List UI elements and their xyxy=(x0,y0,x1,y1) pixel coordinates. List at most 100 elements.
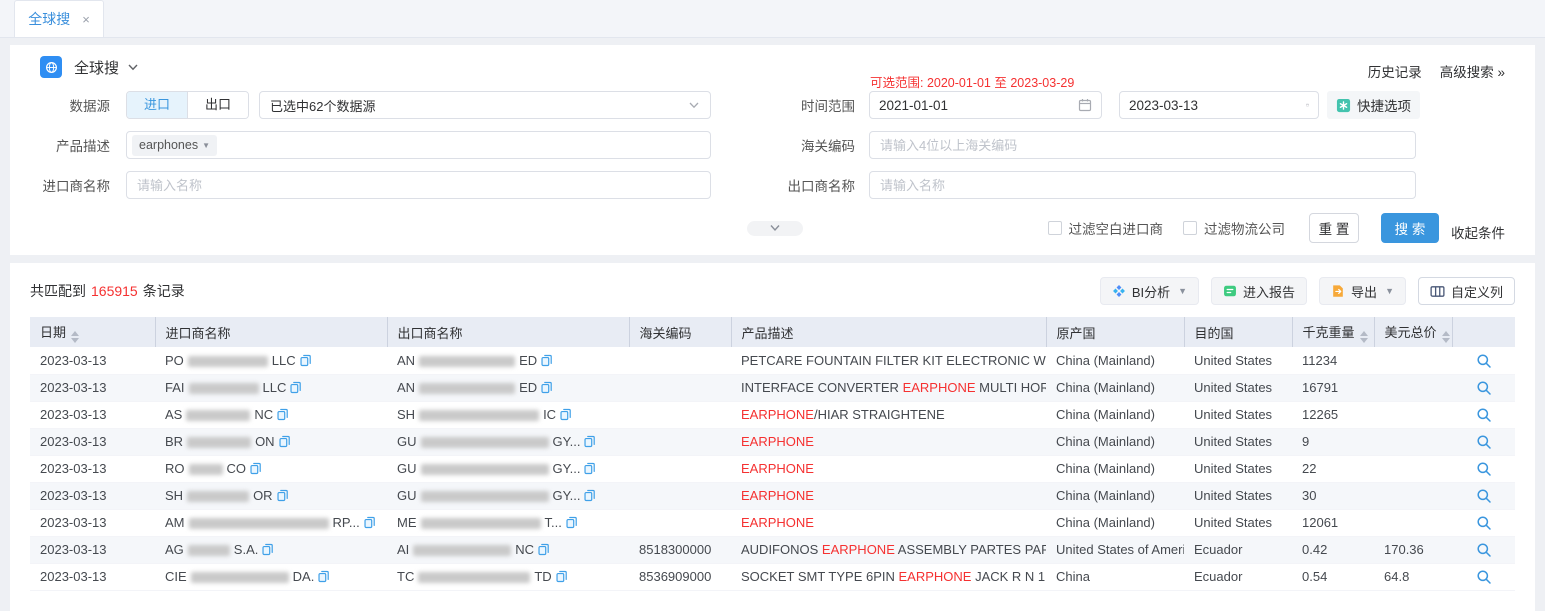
enter-report-button[interactable]: 进入报告 xyxy=(1211,277,1307,305)
cell-importer: AMRP... xyxy=(155,509,387,536)
importer-name: SHOR xyxy=(165,488,273,503)
copy-icon[interactable] xyxy=(250,462,262,475)
column-header-8[interactable]: 美元总价 xyxy=(1374,317,1452,347)
row-detail-search-icon[interactable] xyxy=(1476,434,1492,450)
advanced-search-link[interactable]: 高级搜索 » xyxy=(1440,61,1505,81)
cell-origin-country: China xyxy=(1046,563,1184,590)
bi-analysis-button[interactable]: BI分析 ▼ xyxy=(1100,277,1199,305)
cell-origin-country: China (Mainland) xyxy=(1046,509,1184,536)
export-button[interactable]: 导出 ▼ xyxy=(1319,277,1406,305)
calendar-icon[interactable] xyxy=(1078,98,1092,112)
history-link[interactable]: 历史记录 xyxy=(1368,61,1422,81)
quick-options-button[interactable]: 快捷选项 xyxy=(1327,91,1420,119)
tab-global-search[interactable]: 全球搜 × xyxy=(14,0,104,37)
table-row[interactable]: 2023-03-13 ROCO GUGY... EARPHONE China (… xyxy=(30,455,1515,482)
cell-usd-value xyxy=(1374,455,1452,482)
table-row[interactable]: 2023-03-13 CIEDA. TCTD 8536909000 SOCKET… xyxy=(30,563,1515,590)
row-detail-search-icon[interactable] xyxy=(1476,353,1492,369)
cell-exporter: GUGY... xyxy=(387,455,629,482)
filter-logistics-checkbox[interactable] xyxy=(1183,221,1197,235)
row-detail-search-icon[interactable] xyxy=(1476,515,1492,531)
table-row[interactable]: 2023-03-13 ASNC SHIC EARPHONE/HIAR STRAI… xyxy=(30,401,1515,428)
table-row[interactable]: 2023-03-13 AMRP... MET... EARPHONE China… xyxy=(30,509,1515,536)
cell-origin-country: China (Mainland) xyxy=(1046,455,1184,482)
form-row-datasource: 数据源 进口 出口 已选中62个数据源 时间范围 xyxy=(10,91,1535,119)
row-detail-search-icon[interactable] xyxy=(1476,407,1492,423)
data-source-select[interactable]: 已选中62个数据源 xyxy=(259,91,711,119)
sort-icon[interactable] xyxy=(71,331,79,343)
table-row[interactable]: 2023-03-13 POLLC ANED PETCARE FOUNTAIN F… xyxy=(30,347,1515,374)
calendar-icon[interactable] xyxy=(1306,98,1309,112)
copy-icon[interactable] xyxy=(584,489,596,502)
filter-blank-importer-checkbox[interactable] xyxy=(1048,221,1062,235)
expand-more-filters-button[interactable] xyxy=(747,221,803,236)
table-row[interactable]: 2023-03-13 SHOR GUGY... EARPHONE China (… xyxy=(30,482,1515,509)
date-end-value[interactable] xyxy=(1129,98,1306,113)
cell-weight-kg: 12265 xyxy=(1292,401,1374,428)
cell-actions xyxy=(1452,374,1515,401)
date-start-value[interactable] xyxy=(879,98,1078,113)
column-header-7[interactable]: 千克重量 xyxy=(1292,317,1374,347)
exporter-name-input[interactable] xyxy=(869,171,1416,199)
copy-icon[interactable] xyxy=(277,489,289,502)
copy-icon[interactable] xyxy=(318,570,330,583)
chevron-down-icon: ▼ xyxy=(202,141,210,150)
column-header-9 xyxy=(1452,317,1515,347)
copy-icon[interactable] xyxy=(584,462,596,475)
copy-icon[interactable] xyxy=(566,516,578,529)
importer-name-input[interactable] xyxy=(126,171,711,199)
sort-icon[interactable] xyxy=(1360,331,1368,343)
copy-icon[interactable] xyxy=(300,354,312,367)
copy-icon[interactable] xyxy=(290,381,302,394)
table-row[interactable]: 2023-03-13 FAILLC ANED INTERFACE CONVERT… xyxy=(30,374,1515,401)
copy-icon[interactable] xyxy=(556,570,568,583)
copy-icon[interactable] xyxy=(538,543,550,556)
cell-actions xyxy=(1452,482,1515,509)
cell-exporter: MET... xyxy=(387,509,629,536)
copy-icon[interactable] xyxy=(279,435,291,448)
filter-blank-importer-option[interactable]: 过滤空白进口商 xyxy=(1048,218,1164,238)
table-row[interactable]: 2023-03-13 BRON GUGY... EARPHONE China (… xyxy=(30,428,1515,455)
row-detail-search-icon[interactable] xyxy=(1476,569,1492,585)
reset-button[interactable]: 重 置 xyxy=(1309,213,1359,243)
column-header-2: 出口商名称 xyxy=(387,317,629,347)
row-detail-search-icon[interactable] xyxy=(1476,380,1492,396)
row-detail-search-icon[interactable] xyxy=(1476,488,1492,504)
custom-columns-button[interactable]: 自定义列 xyxy=(1418,277,1515,305)
hs-code-input[interactable] xyxy=(869,131,1416,159)
copy-icon[interactable] xyxy=(560,408,572,421)
copy-icon[interactable] xyxy=(541,381,553,394)
copy-icon[interactable] xyxy=(541,354,553,367)
cell-exporter: AINC xyxy=(387,536,629,563)
chevron-down-icon[interactable] xyxy=(127,61,139,73)
row-detail-search-icon[interactable] xyxy=(1476,542,1492,558)
copy-icon[interactable] xyxy=(262,543,274,556)
product-keyword-chip[interactable]: earphones ▼ xyxy=(132,135,217,156)
filter-logistics-option[interactable]: 过滤物流公司 xyxy=(1183,218,1285,238)
toggle-export[interactable]: 出口 xyxy=(187,92,248,118)
row-detail-search-icon[interactable] xyxy=(1476,461,1492,477)
importer-name: AGS.A. xyxy=(165,542,258,557)
cell-origin-country: United States of America xyxy=(1046,536,1184,563)
sort-icon[interactable] xyxy=(1442,331,1450,343)
cell-dest-country: United States xyxy=(1184,509,1292,536)
date-end-input[interactable] xyxy=(1119,91,1319,119)
table-row[interactable]: 2023-03-13 AGS.A. AINC 8518300000 AUDIFO… xyxy=(30,536,1515,563)
date-start-input[interactable] xyxy=(869,91,1102,119)
export-icon xyxy=(1331,284,1345,298)
redacted-text xyxy=(188,356,268,367)
copy-icon[interactable] xyxy=(277,408,289,421)
copy-icon[interactable] xyxy=(584,435,596,448)
exporter-name-label: 出口商名称 xyxy=(767,175,855,195)
cell-product-desc: EARPHONE/HIAR STRAIGHTENE xyxy=(731,401,1046,428)
table-header-row: 日期进口商名称出口商名称海关编码产品描述原产国目的国千克重量美元总价 xyxy=(30,317,1515,347)
column-header-0[interactable]: 日期 xyxy=(30,317,155,347)
collapse-conditions-link[interactable]: 收起条件 xyxy=(1451,222,1505,242)
search-button[interactable]: 搜 索 xyxy=(1381,213,1439,243)
cell-exporter: GUGY... xyxy=(387,428,629,455)
copy-icon[interactable] xyxy=(364,516,376,529)
toggle-import[interactable]: 进口 xyxy=(127,92,187,118)
product-desc-input[interactable]: earphones ▼ xyxy=(126,131,711,159)
tab-close-icon[interactable]: × xyxy=(82,12,90,27)
exporter-name: AINC xyxy=(397,542,534,557)
